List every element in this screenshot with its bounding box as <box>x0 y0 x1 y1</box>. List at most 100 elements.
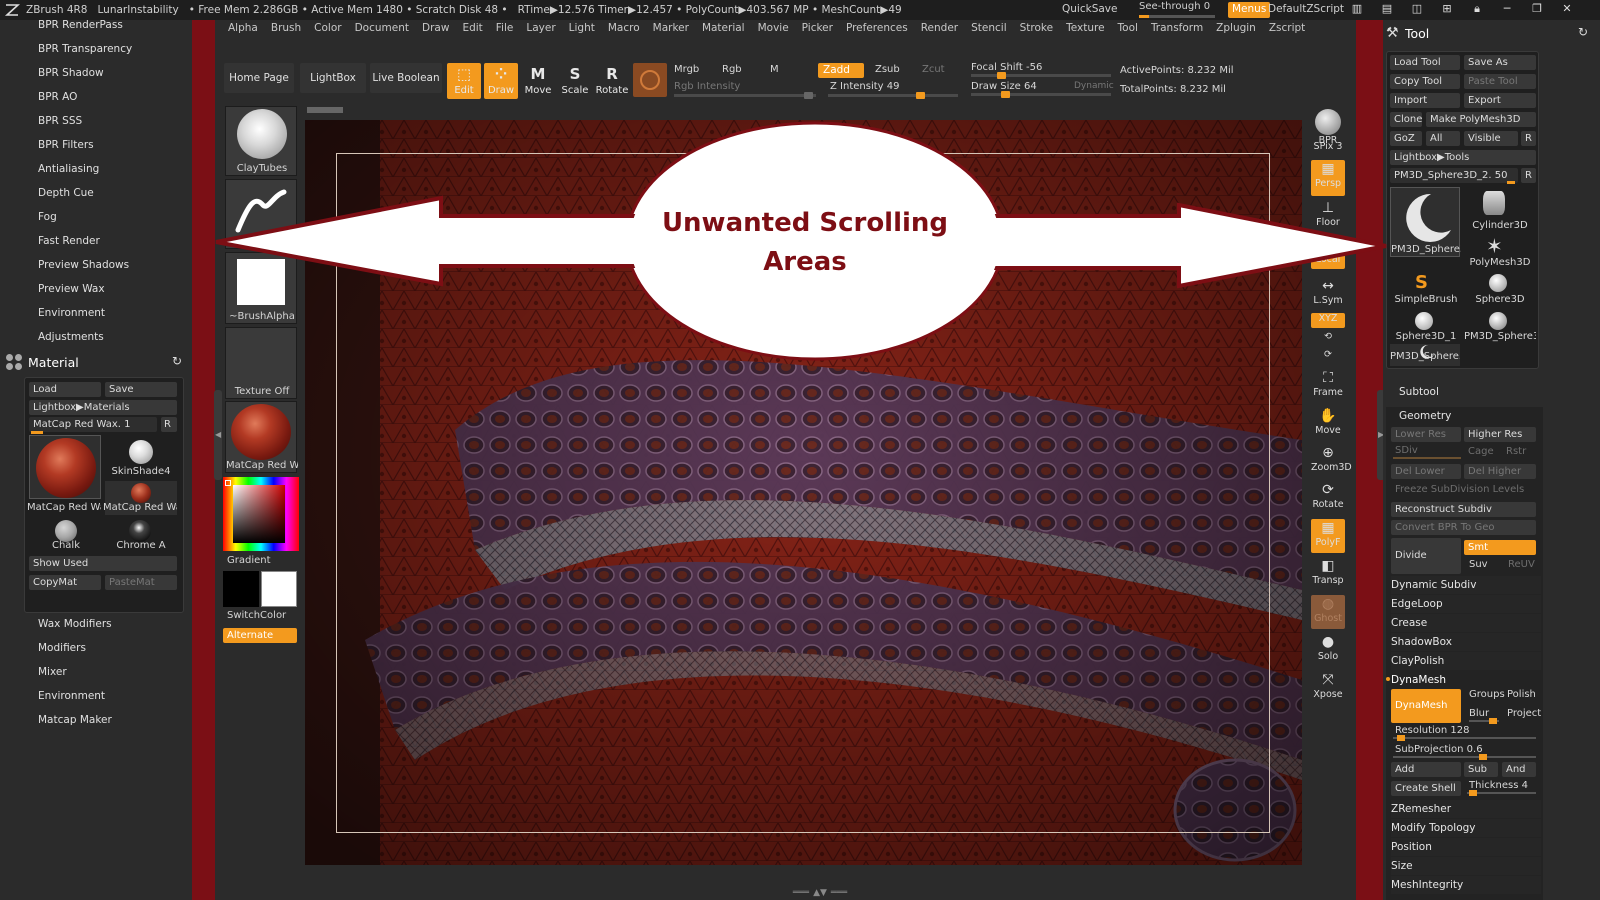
menu-item[interactable]: BPR Filters <box>0 133 190 157</box>
floor-button[interactable]: ⊥ Floor <box>1311 199 1345 235</box>
rotate-view-button[interactable]: ⟳ Rotate <box>1311 481 1345 515</box>
claypolish-section[interactable]: ClayPolish <box>1391 652 1541 670</box>
layout-icon-2[interactable]: ▤ <box>1380 2 1394 16</box>
groups-toggle[interactable]: Groups <box>1469 689 1505 700</box>
menu-preferences[interactable]: Preferences <box>846 22 908 42</box>
copy-tool-button[interactable]: Copy Tool <box>1390 74 1460 89</box>
zsub-button[interactable]: Zsub <box>875 64 900 75</box>
cage-button[interactable]: Cage <box>1468 446 1494 457</box>
menu-light[interactable]: Light <box>569 22 595 42</box>
modify-topology-section[interactable]: Modify Topology <box>1391 819 1541 837</box>
menu-item[interactable]: Fog <box>0 205 190 229</box>
layout-icon-4[interactable]: ⊞ <box>1440 2 1454 16</box>
paste-tool-button[interactable]: Paste Tool <box>1464 74 1536 89</box>
menu-brush[interactable]: Brush <box>271 22 301 42</box>
menu-edit[interactable]: Edit <box>462 22 482 42</box>
tool-thumb-moon-2[interactable]: PM3D_Sphere3 <box>1390 344 1460 366</box>
persp-button[interactable]: ▦ Persp <box>1311 160 1345 196</box>
sdiv-slider[interactable]: SDiv <box>1395 445 1418 456</box>
lsym-button[interactable]: ↔ L.Sym <box>1311 277 1345 311</box>
tool-r-button[interactable]: R <box>1521 168 1536 183</box>
pastemat-button[interactable]: PasteMat <box>105 575 177 590</box>
xyz-button[interactable]: XYZ <box>1311 313 1345 328</box>
menu-picker[interactable]: Picker <box>802 22 833 42</box>
material-palette-header[interactable]: Material ↻ <box>0 350 190 374</box>
minimize-icon[interactable]: ─ <box>1500 2 1514 16</box>
chalk-sphere[interactable] <box>55 520 77 542</box>
menus-button[interactable]: Menus <box>1228 2 1271 18</box>
smt-toggle[interactable]: Smt <box>1464 540 1536 555</box>
del-lower-button[interactable]: Del Lower <box>1391 464 1461 479</box>
menu-item[interactable]: Environment <box>0 301 190 325</box>
z-intensity-track[interactable] <box>828 92 958 99</box>
menu-alpha[interactable]: Alpha <box>228 22 258 42</box>
bottom-tray-handle[interactable]: ═══ ▲▼ ═══ <box>755 888 885 898</box>
menu-item[interactable]: Mixer <box>0 660 190 684</box>
divide-button[interactable]: Divide <box>1391 538 1461 574</box>
switchcolor-button[interactable]: SwitchColor <box>227 610 299 621</box>
menu-tool[interactable]: Tool <box>1118 22 1138 42</box>
palette-dock-icon[interactable] <box>6 354 22 370</box>
shelf-material-selector[interactable]: MatCap Red Wa <box>225 401 298 473</box>
tool-palette-header[interactable]: ⚒ Tool ↻ <box>1383 20 1600 46</box>
menu-item[interactable]: BPR AO <box>0 85 190 109</box>
refresh-icon[interactable]: ↻ <box>172 354 182 368</box>
freeze-subdiv-button[interactable]: Freeze SubDivision Levels <box>1395 484 1524 495</box>
sub-button[interactable]: Sub <box>1464 762 1498 777</box>
zcut-button[interactable]: Zcut <box>922 64 945 75</box>
move-view-button[interactable]: ✋ Move <box>1311 407 1345 441</box>
current-tool-knob[interactable] <box>1507 181 1515 184</box>
subprojection-slider[interactable]: SubProjection 0.6 <box>1395 744 1483 755</box>
add-button[interactable]: Add <box>1391 762 1461 777</box>
goz-visible-button[interactable]: Visible <box>1464 131 1518 146</box>
simplebrush-icon[interactable]: S <box>1415 272 1428 293</box>
show-used-button[interactable]: Show Used <box>29 556 177 571</box>
material-save-button[interactable]: Save <box>105 382 177 397</box>
current-material-slider[interactable]: MatCap Red Wax. 1 <box>29 417 157 432</box>
color-picker-cursor[interactable] <box>225 480 231 486</box>
save-as-button[interactable]: Save As <box>1464 55 1536 70</box>
menu-stencil[interactable]: Stencil <box>971 22 1007 42</box>
suv-toggle[interactable]: Suv <box>1469 559 1488 570</box>
resolution-track[interactable] <box>1393 735 1536 741</box>
chrome-sphere[interactable] <box>129 520 151 542</box>
main-color-swatch[interactable] <box>261 571 297 607</box>
menu-document[interactable]: Document <box>355 22 409 42</box>
color-picker[interactable] <box>223 477 299 551</box>
live-boolean-button[interactable]: Live Boolean <box>370 63 442 93</box>
xpose-button[interactable]: ⤧ Xpose <box>1311 671 1345 705</box>
menu-texture[interactable]: Texture <box>1066 22 1104 42</box>
rotate-mode-button[interactable]: R Rotate <box>595 63 629 99</box>
polish-toggle[interactable]: Polish <box>1507 689 1536 700</box>
layout-icon-1[interactable]: ▥ <box>1350 2 1364 16</box>
menu-item[interactable]: BPR RenderPass <box>0 13 190 37</box>
menu-marker[interactable]: Marker <box>653 22 689 42</box>
dynamic-subdiv-section[interactable]: Dynamic Subdiv <box>1391 576 1541 594</box>
create-shell-button[interactable]: Create Shell <box>1391 781 1461 796</box>
edit-mode-button[interactable]: ⬚ Edit <box>447 63 481 99</box>
frame-button[interactable]: ⛶ Frame <box>1311 369 1345 403</box>
menu-draw[interactable]: Draw <box>422 22 449 42</box>
edgeloop-section[interactable]: EdgeLoop <box>1391 595 1541 613</box>
sdiv-track[interactable] <box>1393 457 1461 459</box>
reconstruct-subdiv-button[interactable]: Reconstruct Subdiv <box>1391 502 1536 517</box>
lock-icon[interactable]: 🔒︎ <box>1470 2 1484 16</box>
menu-item[interactable]: BPR Transparency <box>0 37 190 61</box>
convert-bpr-button[interactable]: Convert BPR To Geo <box>1391 520 1536 535</box>
rgb-intensity-track[interactable] <box>674 92 816 99</box>
menu-item[interactable]: Depth Cue <box>0 181 190 205</box>
ghost-button[interactable]: ◍ Ghost <box>1311 595 1345 629</box>
rstr-button[interactable]: Rstr <box>1506 446 1526 457</box>
copymat-button[interactable]: CopyMat <box>29 575 101 590</box>
zremesher-section[interactable]: ZRemesher <box>1391 800 1541 818</box>
menu-item[interactable]: BPR Shadow <box>0 61 190 85</box>
material-load-button[interactable]: Load <box>29 382 101 397</box>
dynamesh-button[interactable]: DynaMesh <box>1391 689 1461 723</box>
menu-macro[interactable]: Macro <box>608 22 640 42</box>
goz-r-button[interactable]: R <box>1521 131 1536 146</box>
menu-item[interactable]: Wax Modifiers <box>0 612 190 636</box>
left-scroll-handle[interactable]: ◀ <box>214 390 222 480</box>
canvas-scroll-tab[interactable] <box>307 107 343 113</box>
del-higher-button[interactable]: Del Higher <box>1464 464 1536 479</box>
menu-item[interactable]: Modifiers <box>0 636 190 660</box>
